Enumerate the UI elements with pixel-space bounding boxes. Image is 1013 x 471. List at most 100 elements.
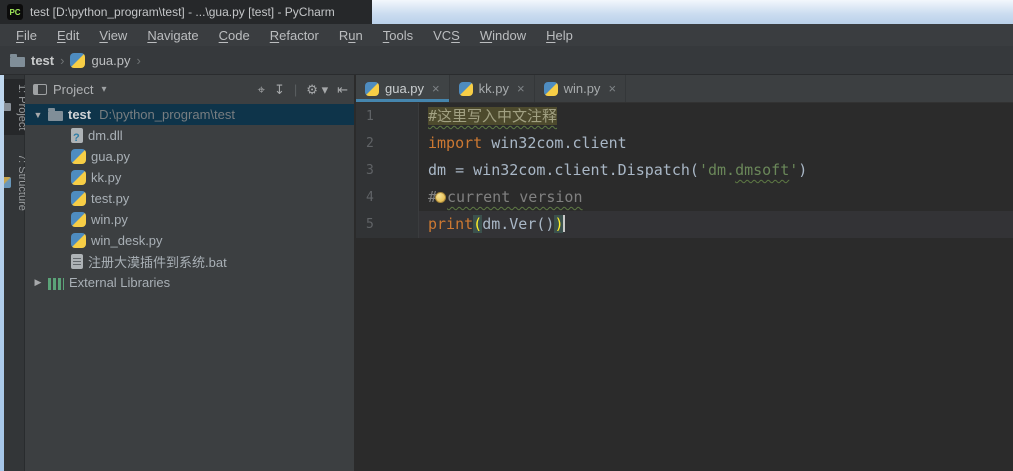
menu-item-refactor[interactable]: Refactor	[260, 26, 329, 45]
editor-area: gua.py × kk.py × win.py × 1#这里写入中文注释2import w…	[356, 75, 1013, 471]
line-number: 5	[356, 211, 419, 238]
code-line-3: 3dm = win32com.client.Dispatch('dm.dmsof…	[356, 157, 1013, 184]
code-line-content[interactable]: import win32com.client	[419, 130, 1013, 157]
code-token: )	[554, 215, 563, 233]
code-token: dmsoft	[735, 161, 789, 179]
tree-row-注册大漠插件到系统.bat[interactable]: 注册大漠插件到系统.bat	[25, 251, 354, 272]
menu-item-code[interactable]: Code	[209, 26, 260, 45]
project-tree: ▼ test D:\python_program\test dm.dll gua.py k…	[25, 103, 354, 471]
code-line-content[interactable]: #这里写入中文注释	[419, 103, 1013, 130]
tree-item-path: D:\python_program\test	[99, 107, 235, 122]
tab-label: win.py	[564, 81, 601, 96]
collapsed-arrow-icon[interactable]: ▶	[33, 277, 43, 288]
editor-tab-gua.py[interactable]: gua.py ×	[356, 75, 450, 102]
tree-item-label: External Libraries	[69, 275, 170, 290]
editor-tab-kk.py[interactable]: kk.py ×	[450, 75, 535, 102]
project-tool-window: Project ▾ ⌖↧|⚙ ▾⇤ ▼testD:\python_program…	[25, 75, 356, 471]
code-editor[interactable]: 1#这里写入中文注释2import win32com.client3dm = w…	[356, 103, 1013, 471]
tree-row-gua.py[interactable]: gua.py	[25, 146, 354, 167]
code-line-content[interactable]: dm = win32com.client.Dispatch('dm.dmsoft…	[419, 157, 1013, 184]
expanded-arrow-icon[interactable]: ▼	[33, 110, 43, 120]
pycharm-window: PC test [D:\python_program\test] - ...\g…	[0, 0, 1013, 471]
chevron-right-icon: ›	[60, 53, 64, 68]
close-icon[interactable]: ×	[517, 81, 525, 96]
hide-panel-icon[interactable]: ⇤	[337, 83, 348, 96]
python-icon	[71, 170, 86, 185]
tree-row-test[interactable]: ▼ test D:\python_program\test	[25, 104, 354, 125]
tree-row-External Libraries[interactable]: ▶ External Libraries	[25, 272, 354, 293]
editor-tab-win.py[interactable]: win.py ×	[535, 75, 626, 102]
line-number: 2	[356, 130, 419, 157]
line-number: 3	[356, 157, 419, 184]
text-caret	[563, 215, 565, 232]
line-number: 1	[356, 103, 419, 130]
menu-item-run[interactable]: Run	[329, 26, 373, 45]
menu-item-edit[interactable]: Edit	[47, 26, 89, 45]
project-panel-actions: ⌖↧|⚙ ▾⇤	[258, 83, 348, 96]
desktop-edge-strip	[0, 75, 4, 471]
python-icon	[544, 82, 558, 96]
tree-item-label: dm.dll	[88, 128, 123, 143]
menu-item-view[interactable]: View	[89, 26, 137, 45]
tree-row-test.py[interactable]: test.py	[25, 188, 354, 209]
tree-row-dm.dll[interactable]: dm.dll	[25, 125, 354, 146]
code-line-content[interactable]: #current version	[419, 184, 1013, 211]
pycharm-app-icon: PC	[7, 4, 23, 20]
settings-icon[interactable]: ⚙ ▾	[306, 83, 328, 96]
line-number: 4	[356, 184, 419, 211]
close-icon[interactable]: ×	[432, 81, 440, 96]
tree-item-label: gua.py	[91, 149, 130, 164]
code-token: current version	[447, 188, 582, 206]
code-token: win32com.client	[491, 134, 626, 152]
breadcrumb-label: gua.py	[91, 53, 130, 68]
project-panel-title[interactable]: Project	[53, 82, 93, 97]
tree-item-label: win_desk.py	[91, 233, 163, 248]
breadcrumb-item-test[interactable]: test	[10, 53, 54, 68]
window-title: test [D:\python_program\test] - ...\gua.…	[30, 5, 335, 19]
menu-item-help[interactable]: Help	[536, 26, 583, 45]
code-token: (	[473, 215, 482, 233]
close-icon[interactable]: ×	[608, 81, 616, 96]
code-line-1: 1#这里写入中文注释	[356, 103, 1013, 130]
menu-item-file[interactable]: File	[6, 26, 47, 45]
menu-item-window[interactable]: Window	[470, 26, 536, 45]
tree-row-win.py[interactable]: win.py	[25, 209, 354, 230]
tree-item-label: 注册大漠插件到系统.bat	[88, 252, 227, 271]
bat-icon	[71, 254, 83, 269]
code-token: dm = win32com.client.Dispatch(	[428, 161, 699, 179]
tree-item-label: test	[68, 107, 91, 122]
breadcrumb-label: test	[31, 53, 54, 68]
folder-icon	[48, 111, 63, 121]
breadcrumb-item-gua.py[interactable]: gua.py	[70, 53, 130, 68]
menu-item-navigate[interactable]: Navigate	[137, 26, 208, 45]
code-line-4: 4#current version	[356, 184, 1013, 211]
editor-tab-bar: gua.py × kk.py × win.py ×	[356, 75, 1013, 103]
python-icon	[71, 212, 86, 227]
chevron-right-icon: ›	[137, 53, 141, 68]
code-token: 'dm.	[699, 161, 735, 179]
tab-label: kk.py	[479, 81, 509, 96]
menu-item-tools[interactable]: Tools	[373, 26, 423, 45]
tree-row-win_desk.py[interactable]: win_desk.py	[25, 230, 354, 251]
python-icon	[459, 82, 473, 96]
tree-item-label: kk.py	[91, 170, 121, 185]
dll-icon	[71, 128, 83, 143]
code-token: print	[428, 215, 473, 233]
tree-item-label: win.py	[91, 212, 128, 227]
menu-bar: FileEditViewNavigateCodeRefactorRunTools…	[0, 24, 1013, 46]
lib-icon	[48, 278, 64, 290]
code-line-5: 5print(dm.Ver())	[356, 211, 1013, 238]
tree-item-label: test.py	[91, 191, 129, 206]
collapse-all-icon[interactable]: ↧	[274, 83, 285, 96]
chevron-down-icon[interactable]: ▾	[101, 84, 106, 95]
tool-window-stripe: 1: Project7: Structure	[4, 75, 25, 471]
tree-row-kk.py[interactable]: kk.py	[25, 167, 354, 188]
tab-label: gua.py	[385, 81, 424, 96]
code-line-content[interactable]: print(dm.Ver())	[419, 211, 1013, 238]
code-token: dm.Ver()	[482, 215, 554, 233]
python-icon	[365, 82, 379, 96]
main-area: 1: Project7: Structure Project ▾ ⌖↧|⚙ ▾⇤…	[0, 75, 1013, 471]
intention-bulb-icon[interactable]	[435, 192, 446, 203]
locate-icon[interactable]: ⌖	[258, 83, 265, 96]
menu-item-vcs[interactable]: VCS	[423, 26, 470, 45]
